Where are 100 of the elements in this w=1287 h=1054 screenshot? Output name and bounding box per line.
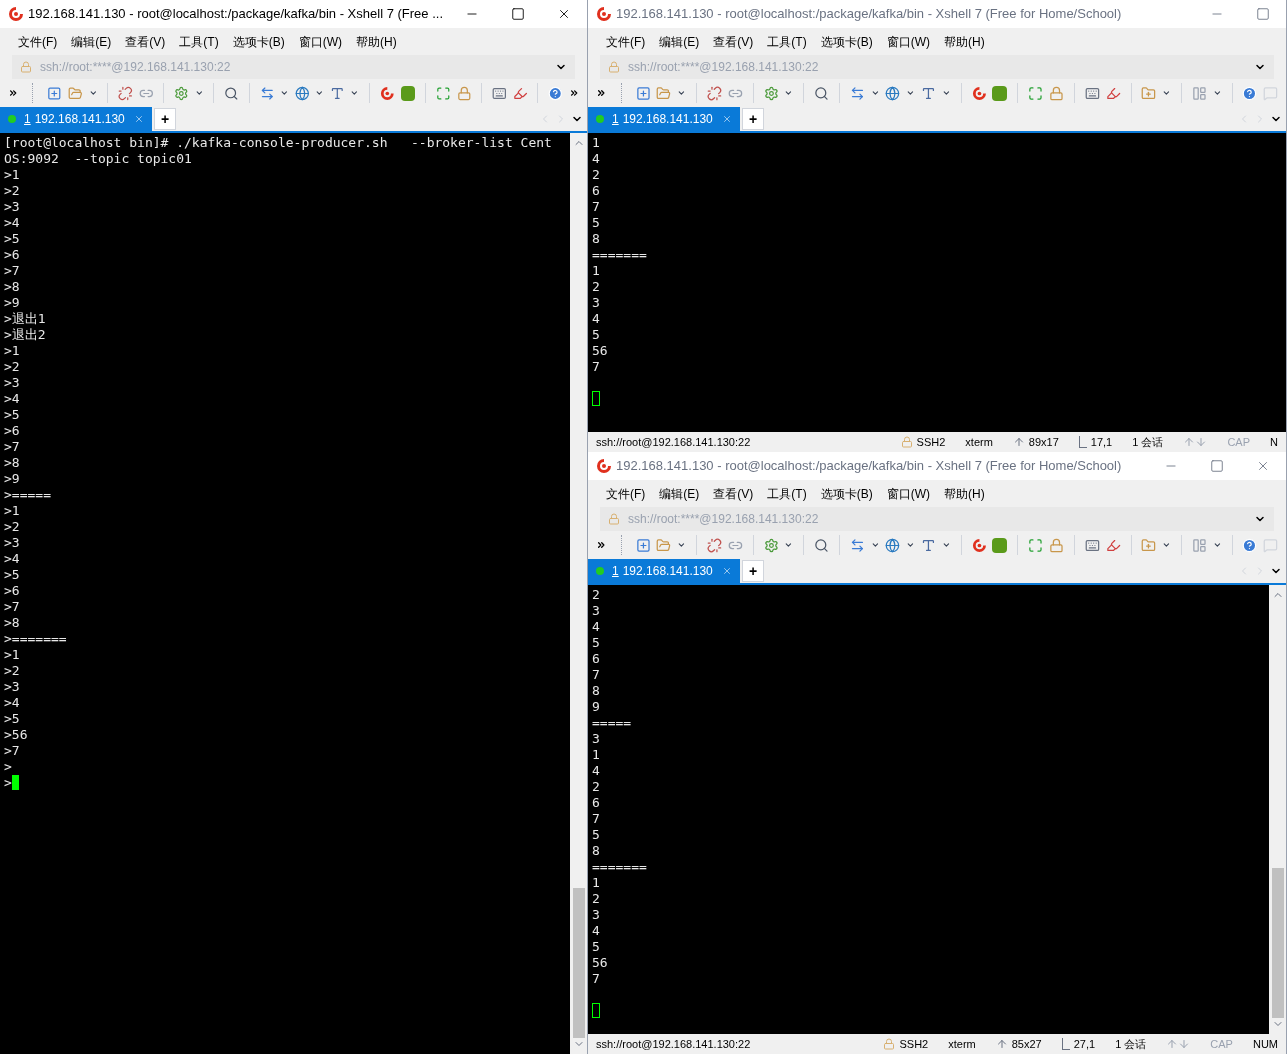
transfer-icon[interactable] [259, 84, 275, 102]
menu-item[interactable]: 查看(V) [125, 32, 166, 51]
close-tab-icon[interactable] [134, 114, 144, 124]
caret-icon[interactable] [906, 540, 915, 550]
new-tab-button[interactable]: + [742, 560, 764, 582]
overflow-icon[interactable] [8, 87, 19, 99]
folder-icon[interactable] [656, 84, 672, 102]
new-session-icon[interactable] [47, 84, 62, 102]
globe-icon[interactable] [885, 536, 901, 554]
layout-icon[interactable] [1191, 536, 1207, 554]
overflow-icon[interactable] [568, 87, 579, 99]
menu-item[interactable]: 选项卡(B) [820, 484, 873, 503]
caret-icon[interactable] [1212, 88, 1222, 98]
search-icon[interactable] [224, 84, 239, 102]
settings-icon[interactable] [763, 536, 779, 554]
menu-item[interactable]: 选项卡(B) [232, 32, 285, 51]
terminal-line: >退出2 [4, 327, 46, 343]
overflow-icon[interactable] [596, 539, 607, 551]
menu-item[interactable]: 工具(T) [179, 32, 219, 51]
caret-icon[interactable] [941, 88, 951, 98]
menu-item[interactable]: 文件(F) [606, 484, 646, 503]
lock-icon [900, 436, 913, 448]
menu-item[interactable]: 编辑(E) [659, 32, 700, 51]
caret-icon[interactable] [677, 88, 686, 98]
caret-icon[interactable] [1212, 540, 1222, 550]
lock-icon[interactable] [1049, 84, 1064, 102]
menu-item[interactable]: 选项卡(B) [820, 32, 873, 51]
menu-item[interactable]: 文件(F) [606, 32, 646, 51]
caret-icon[interactable] [784, 88, 794, 98]
lock-icon[interactable] [1049, 536, 1064, 554]
menu-item[interactable]: 编辑(E) [71, 32, 112, 51]
caret-icon[interactable] [194, 88, 204, 98]
folder-icon[interactable] [656, 536, 672, 554]
menu-item[interactable]: 帮助(H) [944, 32, 985, 51]
terminal-line: >6 [4, 583, 20, 599]
menu-item[interactable]: 窗口(W) [886, 484, 930, 503]
close-tab-icon[interactable] [722, 114, 732, 124]
caret-icon[interactable] [941, 540, 951, 550]
caret-icon[interactable] [906, 88, 915, 98]
menu-item[interactable]: 查看(V) [713, 484, 754, 503]
new-tab-button[interactable]: + [742, 108, 764, 130]
scrollbar-thumb[interactable] [1271, 868, 1284, 1018]
scrollbar[interactable] [1269, 585, 1286, 1034]
menu-item[interactable]: 文件(F) [18, 32, 58, 51]
caret-icon[interactable] [870, 88, 880, 98]
menu-item[interactable]: 查看(V) [713, 32, 754, 51]
terminal-line: >3 [4, 375, 20, 391]
caret-icon[interactable] [350, 88, 360, 98]
session-tab[interactable]: 1 192.168.141.130 [0, 107, 152, 131]
caret-icon[interactable] [88, 88, 98, 98]
fullscreen-icon[interactable] [435, 84, 451, 102]
disconnect-icon[interactable] [117, 84, 133, 102]
folder-plus-icon[interactable] [1141, 536, 1157, 554]
search-icon[interactable] [814, 536, 829, 554]
lock-icon[interactable] [456, 84, 472, 102]
session-tab[interactable]: 1 192.168.141.130 [588, 107, 740, 131]
help-icon[interactable] [548, 84, 563, 102]
caret-icon[interactable] [677, 540, 686, 550]
disconnect-icon[interactable] [706, 84, 722, 102]
caret-icon[interactable] [1162, 88, 1171, 98]
fullscreen-icon[interactable] [1028, 536, 1043, 554]
caret-icon[interactable] [1162, 540, 1171, 550]
new-session-icon[interactable] [635, 536, 651, 554]
folder-plus-icon[interactable] [1141, 84, 1157, 102]
fullscreen-icon[interactable] [1028, 84, 1043, 102]
overflow-icon[interactable] [596, 87, 607, 99]
layout-icon[interactable] [1191, 84, 1207, 102]
lock-icon [20, 61, 32, 73]
menu-item[interactable]: 帮助(H) [356, 32, 397, 51]
menu-item[interactable]: 窗口(W) [886, 32, 930, 51]
new-session-icon[interactable] [635, 84, 651, 102]
caret-icon[interactable] [784, 540, 794, 550]
caret-icon[interactable] [870, 540, 880, 550]
caret-icon[interactable] [315, 88, 324, 98]
terminal-line: 6 [592, 183, 600, 199]
globe-icon[interactable] [885, 84, 901, 102]
settings-icon[interactable] [763, 84, 779, 102]
transfer-icon[interactable] [849, 536, 865, 554]
transfer-icon[interactable] [849, 84, 865, 102]
folder-icon[interactable] [67, 84, 83, 102]
scrollbar-thumb[interactable] [572, 888, 585, 1038]
settings-icon[interactable] [174, 84, 189, 102]
session-tab[interactable]: 1 192.168.141.130 [588, 559, 740, 583]
caret-icon[interactable] [280, 88, 289, 98]
shell-logo-icon [971, 84, 987, 102]
search-icon[interactable] [814, 84, 829, 102]
menu-item[interactable]: 工具(T) [767, 484, 807, 503]
menu-item[interactable]: 窗口(W) [298, 32, 342, 51]
close-tab-icon[interactable] [722, 566, 732, 576]
terminal-panel[interactable]: 2 3 4 5 6 7 8 9 ===== 3 1 4 2 6 7 5 8 ======= 1 2 3 4 5 56 7 [588, 583, 1286, 1034]
menu-item[interactable]: 编辑(E) [659, 484, 700, 503]
terminal-panel[interactable]: 1 4 2 6 7 5 8 ======= 1 2 3 4 5 56 7 [588, 131, 1286, 432]
disconnect-icon[interactable] [706, 536, 722, 554]
menu-item[interactable]: 帮助(H) [944, 484, 985, 503]
help-icon[interactable] [1242, 84, 1258, 102]
help-icon[interactable] [1242, 536, 1258, 554]
new-tab-button[interactable]: + [154, 108, 176, 130]
scrollbar[interactable] [570, 133, 587, 1054]
menu-item[interactable]: 工具(T) [767, 32, 807, 51]
globe-icon[interactable] [294, 84, 310, 102]
